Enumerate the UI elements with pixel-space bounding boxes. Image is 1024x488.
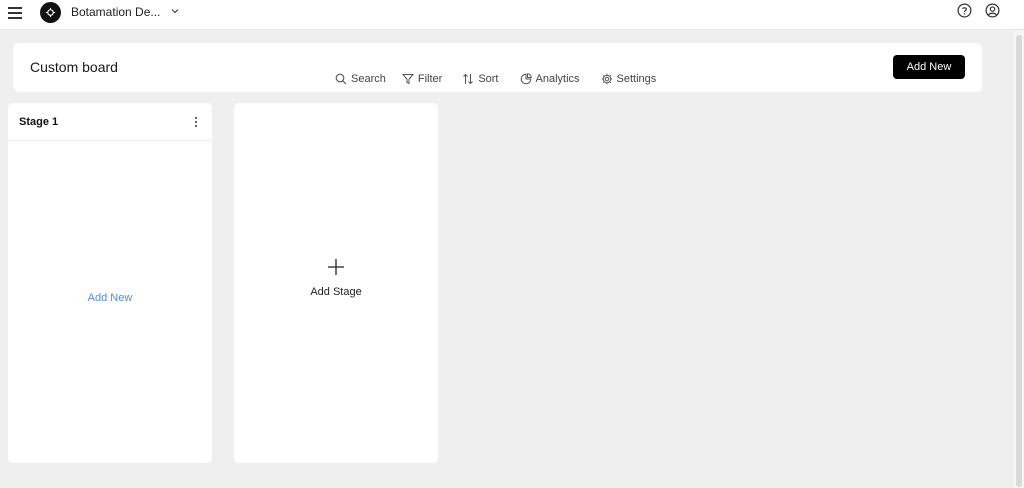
scrollbar-thumb[interactable] xyxy=(1016,35,1022,487)
top-bar: Botamation De... xyxy=(0,0,1024,30)
more-vertical-icon[interactable] xyxy=(193,116,199,128)
filter-button[interactable]: Filter xyxy=(401,73,443,85)
stage-add-new-link[interactable]: Add New xyxy=(8,292,212,304)
stage-header: Stage 1 xyxy=(8,103,212,141)
search-button[interactable]: Search xyxy=(335,73,386,85)
plus-icon xyxy=(328,259,344,275)
logo-icon xyxy=(45,7,56,18)
search-icon xyxy=(335,73,347,85)
add-new-button[interactable]: Add New xyxy=(893,55,965,79)
stage-title: Stage 1 xyxy=(19,116,59,128)
workspace-name[interactable]: Botamation De... xyxy=(71,5,160,19)
board-toolbar: Search Filter Sort Analytics Settings xyxy=(335,71,656,87)
add-stage-card[interactable]: Add Stage xyxy=(234,103,438,463)
menu-icon[interactable] xyxy=(8,5,24,19)
help-icon[interactable] xyxy=(957,3,972,18)
chevron-down-icon[interactable] xyxy=(170,6,180,16)
board-title: Custom board xyxy=(30,59,118,75)
search-label: Search xyxy=(351,73,386,85)
user-icon[interactable] xyxy=(985,3,1000,18)
filter-label: Filter xyxy=(417,73,443,85)
filter-icon xyxy=(401,74,414,85)
sort-icon xyxy=(463,73,474,85)
vertical-scrollbar[interactable] xyxy=(1014,31,1024,488)
stage-column: Stage 1 Add New xyxy=(8,103,212,463)
add-stage-label: Add Stage xyxy=(310,286,362,298)
gear-icon xyxy=(601,73,612,85)
pie-chart-icon xyxy=(520,73,532,85)
settings-label: Settings xyxy=(616,73,657,85)
settings-button[interactable]: Settings xyxy=(601,73,657,85)
sort-label: Sort xyxy=(478,73,499,85)
board-header: Custom board Search Filter Sort Analytic… xyxy=(13,43,982,92)
analytics-button[interactable]: Analytics xyxy=(520,73,580,85)
workspace-logo[interactable] xyxy=(40,2,61,23)
analytics-label: Analytics xyxy=(535,73,580,85)
sort-button[interactable]: Sort xyxy=(462,73,499,85)
